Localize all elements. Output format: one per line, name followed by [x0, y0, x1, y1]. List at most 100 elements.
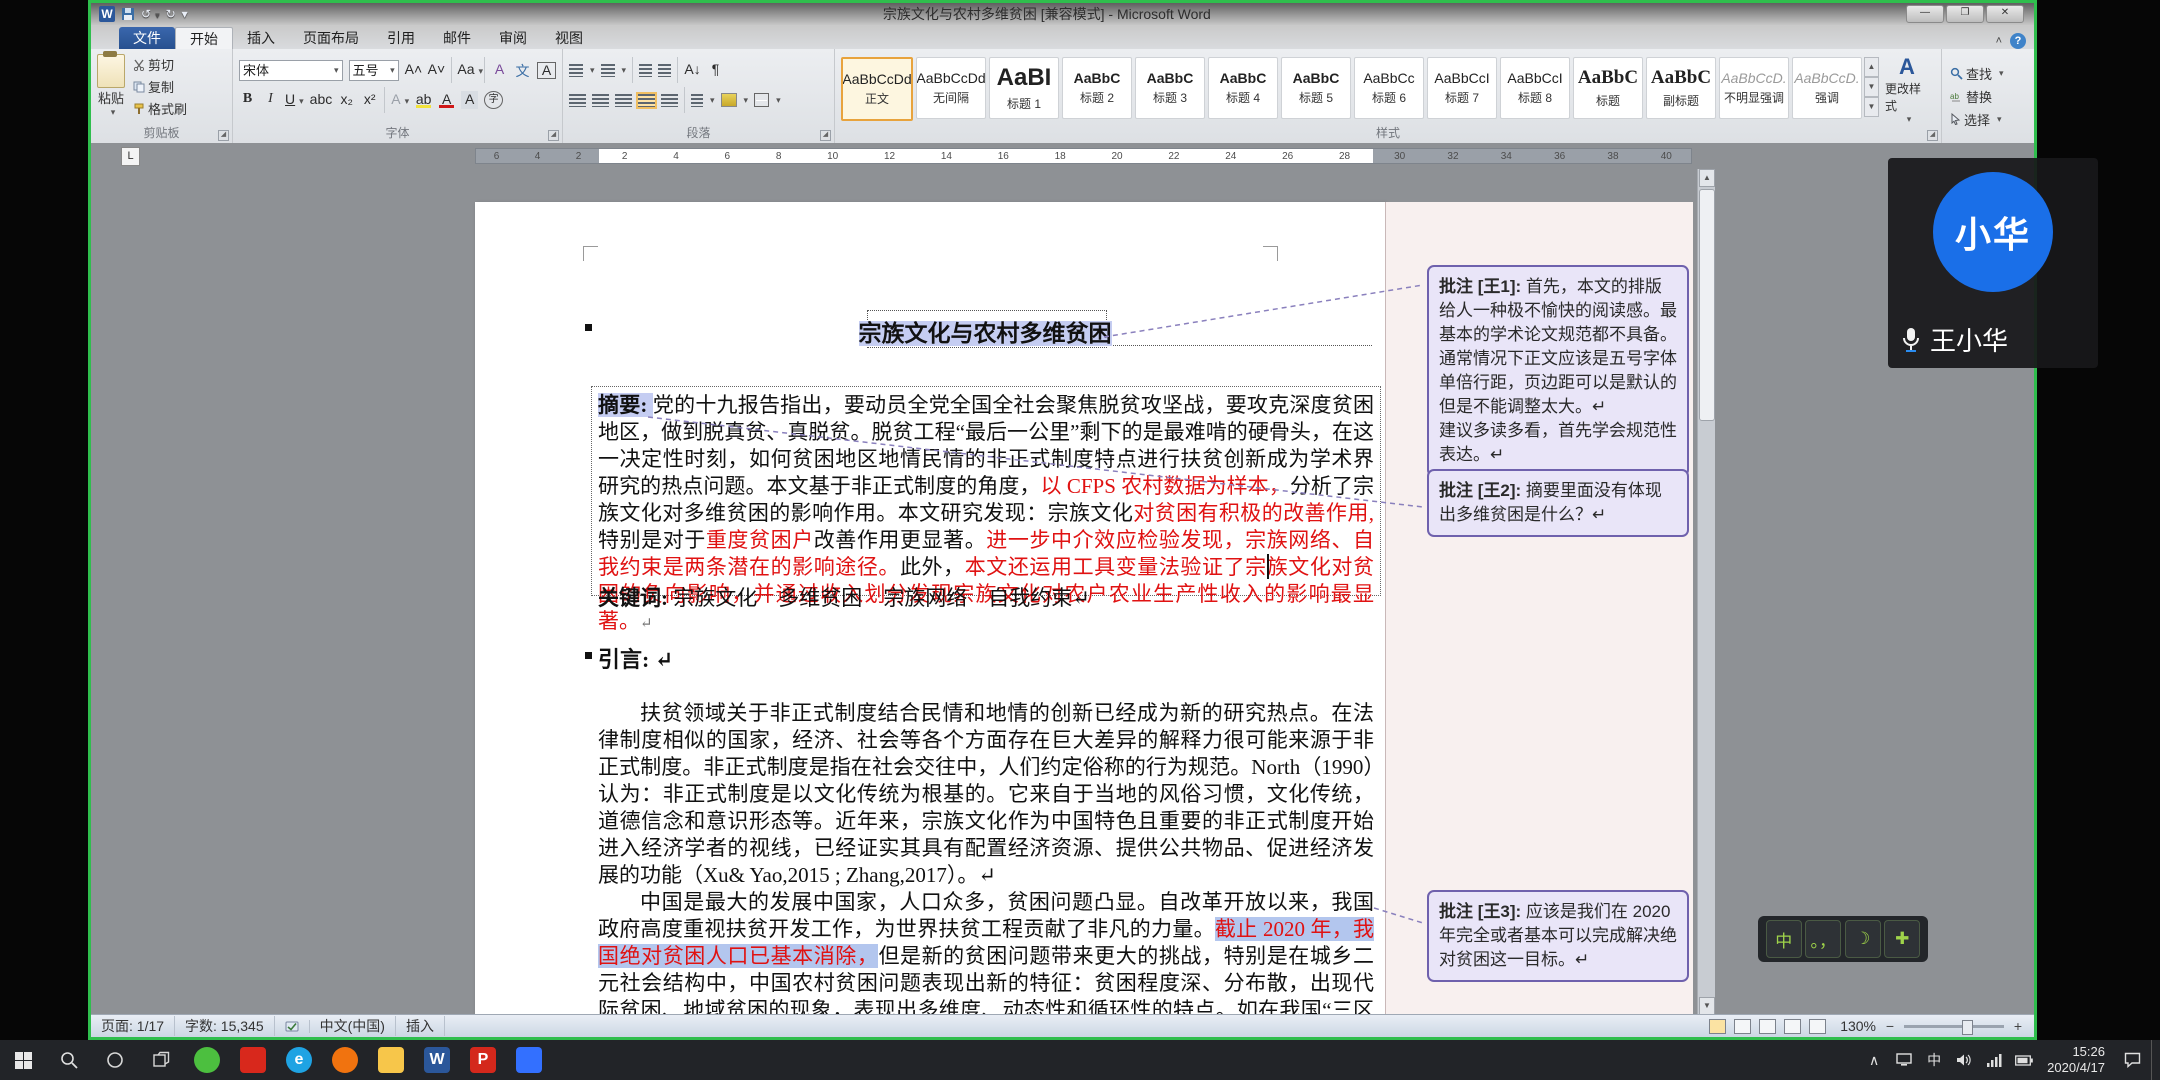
zoom-slider-knob[interactable]: [1962, 1020, 1973, 1035]
paragraph-dialog-launcher[interactable]: ◢: [820, 130, 831, 141]
phonetic-guide-icon[interactable]: 文: [514, 61, 531, 79]
find-button[interactable]: 查找▾: [1950, 64, 2026, 83]
style-more-icon[interactable]: ▼: [1864, 97, 1879, 117]
taskbar-app-button[interactable]: W: [414, 1040, 460, 1080]
word-logo-icon[interactable]: W: [99, 6, 115, 22]
taskbar-app-button[interactable]: [184, 1040, 230, 1080]
taskbar-app-button[interactable]: [230, 1040, 276, 1080]
tray-display-icon[interactable]: [1889, 1040, 1919, 1080]
style-item[interactable]: AaBbC 标题 3: [1135, 57, 1205, 119]
superscript-button[interactable]: x²: [361, 91, 378, 109]
copy-button[interactable]: 复制: [133, 77, 187, 96]
font-size-select[interactable]: 五号▾: [349, 60, 399, 81]
help-icon[interactable]: ?: [2010, 33, 2026, 49]
style-item[interactable]: AaBbC 标题 4: [1208, 57, 1278, 119]
style-item[interactable]: AaBbCcI 标题 8: [1500, 57, 1570, 119]
redo-button[interactable]: ↻: [166, 7, 176, 21]
ime-toolbar[interactable]: 中。，☽✚: [1758, 916, 1928, 962]
borders-button[interactable]: ▾: [754, 93, 781, 107]
horizontal-ruler[interactable]: 642 246810121416182022242628 30323436384…: [475, 148, 1692, 164]
style-scroll-down-icon[interactable]: ▼: [1864, 77, 1879, 97]
style-item[interactable]: AaBbCcD. 不明显强调: [1719, 57, 1789, 119]
bold-button[interactable]: B: [239, 91, 256, 109]
taskbar-app-button[interactable]: [506, 1040, 552, 1080]
font-name-select[interactable]: 宋体▾: [239, 60, 343, 81]
character-shading-button[interactable]: A: [461, 91, 478, 109]
page-indicator[interactable]: 页面: 1/17: [91, 1016, 175, 1036]
task-view-button[interactable]: [138, 1040, 184, 1080]
tray-battery-icon[interactable]: [2009, 1040, 2039, 1080]
style-item[interactable]: AaBbCcD. 强调: [1792, 57, 1862, 119]
draft-view-icon[interactable]: [1809, 1019, 1826, 1034]
tray-volume-icon[interactable]: [1949, 1040, 1979, 1080]
ribbon-tab[interactable]: 引用: [373, 27, 429, 49]
fullscreen-view-icon[interactable]: [1734, 1019, 1751, 1034]
change-styles-button[interactable]: A 更改样式▾: [1879, 53, 1935, 125]
distribute-icon[interactable]: [661, 94, 678, 107]
ribbon-tab[interactable]: 视图: [541, 27, 597, 49]
bullet-list-button[interactable]: ▾: [569, 64, 595, 77]
strikethrough-button[interactable]: abc: [310, 91, 333, 109]
show-desktop-button[interactable]: [2151, 1040, 2160, 1080]
ribbon-tab[interactable]: 邮件: [429, 27, 485, 49]
taskbar-app-button[interactable]: [368, 1040, 414, 1080]
zoom-slider[interactable]: [1904, 1025, 2004, 1028]
word-count[interactable]: 字数: 15,345: [175, 1016, 275, 1036]
ime-key[interactable]: 。，: [1805, 920, 1841, 958]
text-effects-button[interactable]: A▾: [391, 91, 409, 109]
ime-key[interactable]: 中: [1766, 920, 1802, 958]
scroll-up-icon[interactable]: ▲: [1699, 169, 1715, 187]
style-item[interactable]: AaBbC 标题 5: [1281, 57, 1351, 119]
style-item[interactable]: AaBbCcDd 无间隔: [916, 57, 986, 119]
taskbar-app-button[interactable]: [322, 1040, 368, 1080]
ribbon-tab[interactable]: 页面布局: [289, 27, 373, 49]
zoom-out-button[interactable]: −: [1884, 1018, 1896, 1034]
vertical-scrollbar[interactable]: ▲ ▼: [1697, 169, 1715, 1015]
sort-button[interactable]: A↓: [684, 61, 701, 79]
save-icon[interactable]: [121, 7, 135, 21]
clear-formatting-icon[interactable]: A: [491, 61, 508, 79]
zoom-in-button[interactable]: +: [2012, 1018, 2024, 1034]
taskbar-app-button[interactable]: P: [460, 1040, 506, 1080]
format-painter-button[interactable]: 格式刷: [133, 99, 187, 118]
ribbon-collapse-icon[interactable]: ˄: [1996, 35, 2002, 47]
maximize-button[interactable]: ❐: [1946, 5, 1984, 23]
highlight-color-button[interactable]: ab: [415, 91, 432, 109]
close-button[interactable]: ✕: [1986, 5, 2024, 23]
shrink-font-button[interactable]: A˅: [428, 61, 445, 79]
align-left-icon[interactable]: [569, 94, 586, 107]
font-dialog-launcher[interactable]: ◢: [548, 130, 559, 141]
minimize-button[interactable]: —: [1906, 5, 1944, 23]
styles-dialog-launcher[interactable]: ◢: [1927, 130, 1938, 141]
align-right-icon[interactable]: [615, 94, 632, 107]
paste-button[interactable]: 粘贴▾: [97, 53, 125, 118]
shading-button[interactable]: ▾: [721, 93, 749, 107]
outline-view-icon[interactable]: [1784, 1019, 1801, 1034]
tray-expand-icon[interactable]: ∧: [1859, 1040, 1889, 1080]
tray-network-icon[interactable]: [1979, 1040, 2009, 1080]
ribbon-tab[interactable]: 审阅: [485, 27, 541, 49]
increase-indent-button[interactable]: [658, 64, 671, 77]
line-spacing-button[interactable]: ▾: [691, 94, 715, 107]
language-indicator[interactable]: 中文(中国): [310, 1016, 396, 1036]
action-center-button[interactable]: [2113, 1040, 2151, 1080]
cortana-button[interactable]: [92, 1040, 138, 1080]
style-item[interactable]: AaBI 标题 1: [989, 57, 1059, 119]
tray-ime-indicator[interactable]: 中: [1919, 1040, 1949, 1080]
insert-mode-indicator[interactable]: 插入: [396, 1016, 445, 1036]
font-color-button[interactable]: A: [438, 91, 455, 109]
align-center-icon[interactable]: [592, 94, 609, 107]
replace-button[interactable]: ab替换: [1950, 87, 2026, 106]
spellcheck-status[interactable]: [275, 1020, 310, 1033]
undo-button[interactable]: ↺▾: [141, 7, 160, 21]
style-item[interactable]: AaBbCcDd 正文: [841, 57, 913, 121]
start-button[interactable]: [0, 1040, 46, 1080]
cut-button[interactable]: 剪切: [133, 55, 187, 74]
taskbar-app-button[interactable]: e: [276, 1040, 322, 1080]
video-call-overlay[interactable]: 小华 王小华: [1888, 158, 2098, 368]
style-item[interactable]: AaBbC 副标题: [1646, 57, 1716, 119]
select-button[interactable]: 选择▾: [1950, 110, 2026, 129]
ime-key[interactable]: ☽: [1845, 920, 1881, 958]
style-item[interactable]: AaBbC 标题: [1573, 57, 1643, 119]
style-item[interactable]: AaBbC 标题 2: [1062, 57, 1132, 119]
